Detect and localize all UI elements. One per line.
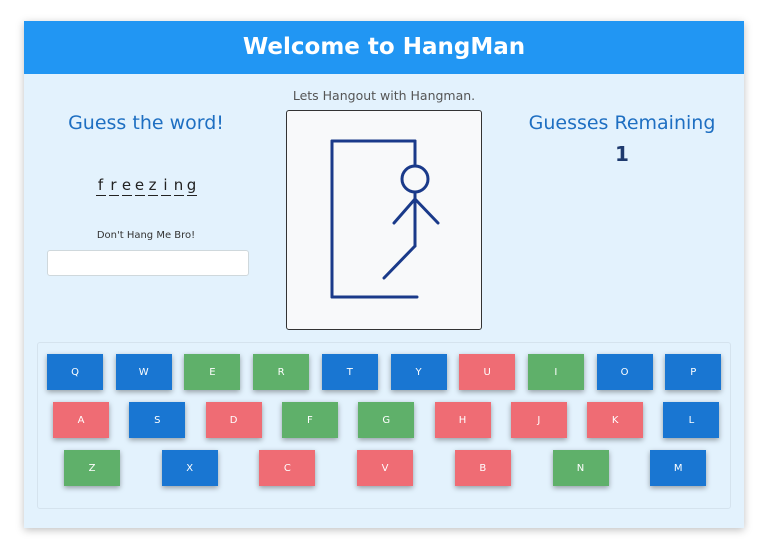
key-s[interactable]: S xyxy=(129,402,186,438)
key-q[interactable]: Q xyxy=(47,354,103,390)
key-w[interactable]: W xyxy=(115,354,172,390)
key-u[interactable]: U xyxy=(459,354,516,390)
word-display: f r e e z i n g xyxy=(86,176,206,196)
key-f[interactable]: F xyxy=(281,402,338,438)
word-letter: f xyxy=(95,176,106,196)
game-card: Welcome to HangMan Lets Hangout with Han… xyxy=(24,21,744,528)
key-h[interactable]: H xyxy=(434,402,491,438)
key-e[interactable]: E xyxy=(184,354,241,390)
hangman-drawing xyxy=(286,110,482,330)
hangman-right-arm xyxy=(413,197,440,225)
key-t[interactable]: T xyxy=(321,354,378,390)
key-j[interactable]: J xyxy=(510,402,567,438)
hangman-head xyxy=(400,164,430,194)
key-m[interactable]: M xyxy=(650,450,707,486)
word-letter: e xyxy=(134,176,145,196)
key-c[interactable]: C xyxy=(259,450,316,486)
key-k[interactable]: K xyxy=(587,402,644,438)
guesses-remaining-title: Guesses Remaining xyxy=(528,112,716,134)
guess-input[interactable] xyxy=(47,250,249,276)
hint-label: Don't Hang Me Bro! xyxy=(96,230,196,241)
key-y[interactable]: Y xyxy=(390,354,447,390)
key-n[interactable]: N xyxy=(552,450,609,486)
key-g[interactable]: G xyxy=(358,402,415,438)
keyboard: QWERTYUIOP ASDFGHJKL Z X C V B N M xyxy=(37,342,731,509)
key-r[interactable]: R xyxy=(253,354,310,390)
hangman-figure xyxy=(330,139,440,299)
word-letter: n xyxy=(173,176,184,196)
hangman-left-arm xyxy=(392,197,417,225)
word-letter: z xyxy=(147,176,158,196)
key-p[interactable]: P xyxy=(665,354,722,390)
guesses-remaining-count: 1 xyxy=(615,142,629,166)
key-o[interactable]: O xyxy=(596,354,653,390)
hangman-left-leg xyxy=(382,244,417,280)
word-letter: g xyxy=(186,176,197,196)
guess-title: Guess the word! xyxy=(68,112,224,134)
key-a[interactable]: A xyxy=(53,402,109,438)
key-x[interactable]: X xyxy=(161,450,218,486)
key-i[interactable]: I xyxy=(527,354,584,390)
key-v[interactable]: V xyxy=(357,450,414,486)
key-d[interactable]: D xyxy=(205,402,262,438)
word-letter: r xyxy=(108,176,119,196)
key-b[interactable]: B xyxy=(454,450,511,486)
word-letter: i xyxy=(160,176,171,196)
key-z[interactable]: Z xyxy=(64,450,120,486)
key-l[interactable]: L xyxy=(663,402,720,438)
word-letter: e xyxy=(121,176,132,196)
page-title: Welcome to HangMan xyxy=(24,21,744,74)
tagline: Lets Hangout with Hangman. xyxy=(292,88,476,103)
